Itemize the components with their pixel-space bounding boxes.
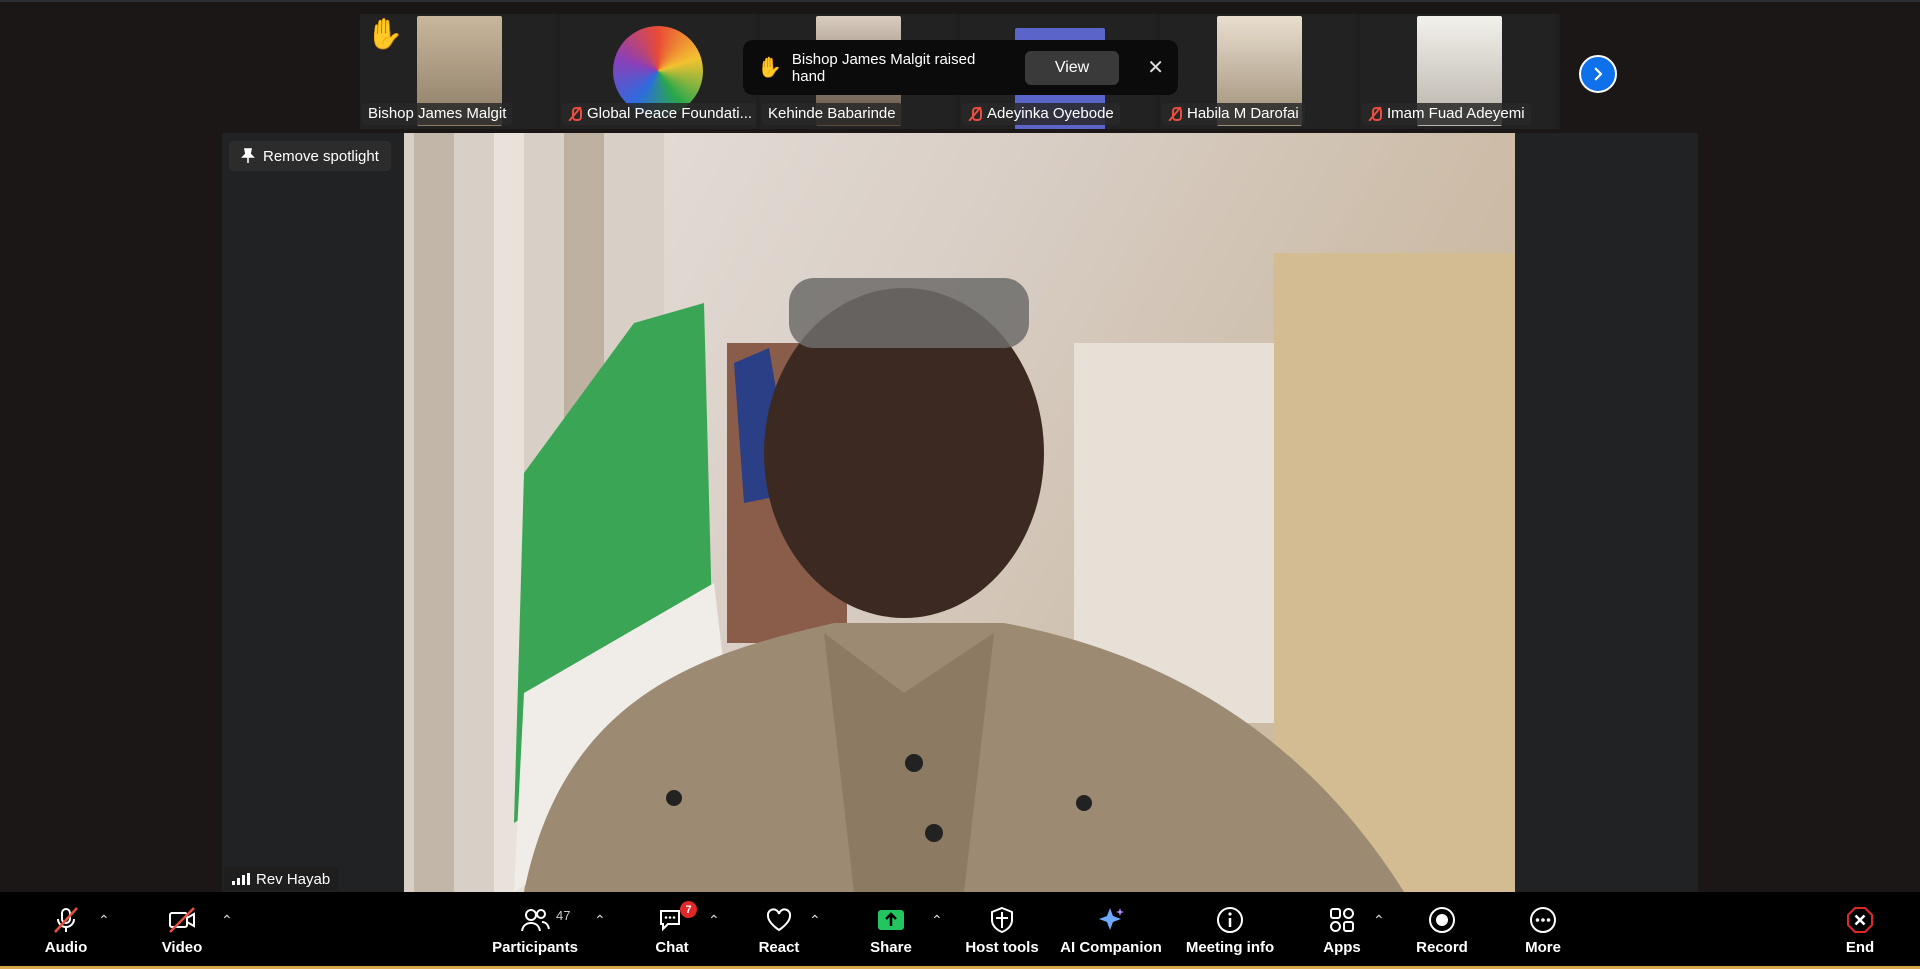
participant-thumb-5[interactable]: Habila M Darofai <box>1160 14 1356 129</box>
video-label: Video <box>161 939 203 956</box>
raised-hand-icon: ✋ <box>757 57 782 79</box>
remove-spotlight-button[interactable]: Remove spotlight <box>229 141 391 171</box>
share-label: Share <box>870 939 912 956</box>
participants-label: Participants <box>492 939 578 956</box>
video-off-icon <box>169 907 195 933</box>
mic-muted-icon <box>1368 106 1382 122</box>
participant-name-tag: Global Peace Foundati... <box>562 103 756 125</box>
mic-muted-icon <box>54 907 78 933</box>
participant-name: Adeyinka Oyebode <box>987 105 1114 122</box>
apps-label: Apps <box>1323 939 1361 956</box>
participant-thumb-1[interactable]: ✋ Bishop James Malgit <box>360 14 556 129</box>
video-options-caret[interactable]: ⌃ <box>221 912 233 929</box>
participant-name: Bishop James Malgit <box>368 105 507 122</box>
raised-hand-icon: ✋ <box>366 18 404 51</box>
ai-companion-button[interactable]: AI Companion <box>1060 892 1162 969</box>
participants-count: 47 <box>556 908 571 923</box>
remove-spotlight-label: Remove spotlight <box>263 147 379 165</box>
participants-options-caret[interactable]: ⌃ <box>594 912 606 929</box>
participant-thumb-6[interactable]: Imam Fuad Adeyemi <box>1360 14 1556 129</box>
meeting-toolbar: Audio ⌃ Video ⌃ Participants 47 ⌃ 7 Chat… <box>0 892 1920 969</box>
heart-icon <box>766 908 792 932</box>
pin-icon <box>241 148 255 163</box>
mic-muted-icon <box>568 106 582 122</box>
more-button[interactable]: More <box>1522 892 1564 969</box>
chat-button[interactable]: 7 Chat <box>650 892 697 969</box>
participant-name: Habila M Darofai <box>1187 105 1299 122</box>
participants-button[interactable]: Participants <box>490 892 580 969</box>
react-button[interactable]: React <box>756 892 802 969</box>
audio-options-caret[interactable]: ⌃ <box>98 912 110 929</box>
record-icon <box>1429 907 1455 933</box>
participant-name-tag: Bishop James Malgit <box>362 103 513 125</box>
mic-muted-icon <box>968 106 982 122</box>
more-icon <box>1530 907 1556 933</box>
view-button[interactable]: View <box>1024 50 1120 85</box>
end-label: End <box>1845 939 1875 956</box>
participant-name-tag: Habila M Darofai <box>1162 103 1305 125</box>
chat-unread-badge: 7 <box>680 901 697 918</box>
apps-options-caret[interactable]: ⌃ <box>1373 912 1385 929</box>
react-label: React <box>758 939 800 956</box>
host-tools-label: Host tools <box>965 939 1039 956</box>
mic-muted-icon <box>1168 106 1182 122</box>
react-options-caret[interactable]: ⌃ <box>809 912 821 929</box>
meeting-info-button[interactable]: Meeting info <box>1184 892 1276 969</box>
sparkle-icon <box>1099 908 1124 930</box>
signal-strength-icon <box>232 873 250 885</box>
apps-icon <box>1330 908 1354 932</box>
participant-name: Global Peace Foundati... <box>587 105 753 122</box>
participant-name: Imam Fuad Adeyemi <box>1387 105 1525 122</box>
chevron-right-icon <box>1594 67 1603 81</box>
active-speaker-name: Rev Hayab <box>256 870 331 888</box>
shield-icon <box>991 906 1013 934</box>
active-speaker-tag: Rev Hayab <box>224 867 339 891</box>
notification-text: Bishop James Malgit raised hand <box>791 50 976 85</box>
video-button[interactable]: Video <box>160 892 204 969</box>
more-label: More <box>1525 939 1561 956</box>
ai-companion-label: AI Companion <box>1060 939 1162 956</box>
audio-label: Audio <box>44 939 88 956</box>
host-tools-button[interactable]: Host tools <box>964 892 1040 969</box>
record-label: Record <box>1416 939 1468 956</box>
spotlight-video <box>404 133 1515 892</box>
participant-thumb-2[interactable]: Global Peace Foundati... <box>560 14 756 129</box>
record-button[interactable]: Record <box>1416 892 1468 969</box>
chat-label: Chat <box>655 939 689 956</box>
top-border <box>0 0 1920 2</box>
close-icon[interactable]: ✕ <box>1147 55 1164 80</box>
participant-name-tag: Adeyinka Oyebode <box>962 103 1120 125</box>
end-meeting-icon <box>1847 907 1873 933</box>
speaker-video-frame <box>404 133 1515 892</box>
share-options-caret[interactable]: ⌃ <box>931 912 943 929</box>
participant-name-tag: Kehinde Babarinde <box>762 103 902 125</box>
raised-hand-notification: ✋ Bishop James Malgit raised hand View ✕ <box>743 40 1178 95</box>
end-button[interactable]: End <box>1844 892 1876 969</box>
next-page-button[interactable] <box>1579 55 1617 93</box>
meeting-info-label: Meeting info <box>1185 939 1275 956</box>
chat-options-caret[interactable]: ⌃ <box>708 912 720 929</box>
apps-button[interactable]: Apps <box>1322 892 1362 969</box>
audio-button[interactable]: Audio <box>44 892 88 969</box>
participants-icon <box>521 909 550 932</box>
share-screen-icon <box>878 910 904 930</box>
share-button[interactable]: Share <box>868 892 914 969</box>
participant-name-tag: Imam Fuad Adeyemi <box>1362 103 1531 125</box>
participant-name: Kehinde Babarinde <box>768 105 896 122</box>
info-icon <box>1217 907 1243 933</box>
